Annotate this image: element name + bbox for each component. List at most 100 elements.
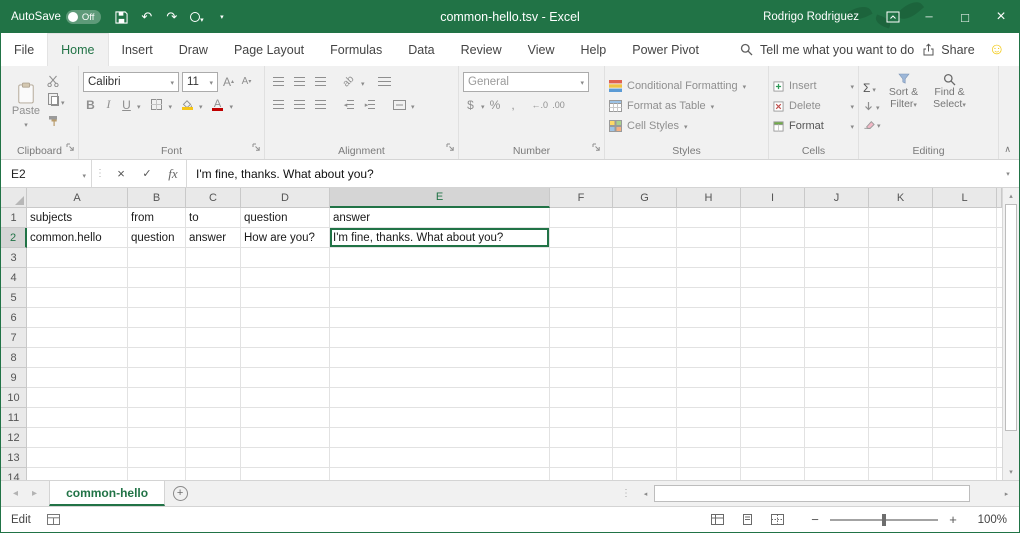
cell-c3[interactable] xyxy=(186,248,241,268)
decrease-decimal-icon[interactable]: .00 xyxy=(551,96,566,114)
col-header-k[interactable]: K xyxy=(869,188,933,208)
cell-i1[interactable] xyxy=(741,208,805,228)
cell-k10[interactable] xyxy=(869,388,933,408)
cell-i7[interactable] xyxy=(741,328,805,348)
cell-e1[interactable]: answer xyxy=(330,208,550,228)
cell-e4[interactable] xyxy=(330,268,550,288)
cell-k11[interactable] xyxy=(869,408,933,428)
touch-mode-icon[interactable] xyxy=(184,1,209,33)
cell-b1[interactable]: from xyxy=(128,208,186,228)
tab-draw[interactable]: Draw xyxy=(166,33,221,66)
cell-l2[interactable] xyxy=(933,228,997,248)
decrease-font-size-icon[interactable]: A xyxy=(239,73,254,91)
cell-b2[interactable]: question xyxy=(128,228,186,248)
format-as-table-button[interactable]: Format as Table xyxy=(609,97,764,115)
cell-j13[interactable] xyxy=(805,448,869,468)
cell-a8[interactable] xyxy=(27,348,128,368)
cell-c11[interactable] xyxy=(186,408,241,428)
clear-button[interactable] xyxy=(863,116,881,132)
cell-e3[interactable] xyxy=(330,248,550,268)
cell-j8[interactable] xyxy=(805,348,869,368)
cell-c12[interactable] xyxy=(186,428,241,448)
cell-l8[interactable] xyxy=(933,348,997,368)
decrease-indent-icon[interactable] xyxy=(340,96,358,114)
new-sheet-button[interactable]: + xyxy=(165,481,195,506)
tab-power-pivot[interactable]: Power Pivot xyxy=(619,33,712,66)
conditional-formatting-button[interactable]: Conditional Formatting xyxy=(609,77,764,95)
cell-b8[interactable] xyxy=(128,348,186,368)
cell-h3[interactable] xyxy=(677,248,741,268)
cell-f9[interactable] xyxy=(550,368,613,388)
tab-file[interactable]: File xyxy=(1,33,47,66)
font-color-icon[interactable]: A xyxy=(209,96,227,114)
orientation-icon[interactable]: ab xyxy=(340,73,358,91)
cell-f8[interactable] xyxy=(550,348,613,368)
row-header-5[interactable]: 5 xyxy=(1,288,27,308)
cell-k5[interactable] xyxy=(869,288,933,308)
vertical-scroll-thumb[interactable] xyxy=(1005,204,1017,431)
cell-l11[interactable] xyxy=(933,408,997,428)
cell-l9[interactable] xyxy=(933,368,997,388)
autosave-toggle[interactable]: AutoSave Off xyxy=(11,10,101,24)
insert-cells-button[interactable]: Insert xyxy=(773,77,854,95)
align-bottom-icon[interactable] xyxy=(311,73,329,91)
tab-home[interactable]: Home xyxy=(47,33,108,66)
sheet-nav-right-icon[interactable] xyxy=(32,488,37,499)
cell-k14[interactable] xyxy=(869,468,933,480)
cell-i3[interactable] xyxy=(741,248,805,268)
currency-dropdown-icon[interactable] xyxy=(481,96,485,114)
vertical-scroll-track[interactable] xyxy=(1003,204,1019,464)
cell-a13[interactable] xyxy=(27,448,128,468)
horizontal-scroll-track[interactable] xyxy=(654,481,998,506)
cell-f10[interactable] xyxy=(550,388,613,408)
underline-dropdown-icon[interactable] xyxy=(137,96,141,114)
cell-h6[interactable] xyxy=(677,308,741,328)
col-header-l[interactable]: L xyxy=(933,188,997,208)
bold-button[interactable]: B xyxy=(83,96,98,114)
cell-l14[interactable] xyxy=(933,468,997,480)
cell-k12[interactable] xyxy=(869,428,933,448)
cell-j6[interactable] xyxy=(805,308,869,328)
cell-e9[interactable] xyxy=(330,368,550,388)
cell-b10[interactable] xyxy=(128,388,186,408)
cell-j10[interactable] xyxy=(805,388,869,408)
cell-g14[interactable] xyxy=(613,468,677,480)
wrap-text-icon[interactable] xyxy=(376,73,394,91)
row-header-13[interactable]: 13 xyxy=(1,448,27,468)
cell-k6[interactable] xyxy=(869,308,933,328)
cell-g5[interactable] xyxy=(613,288,677,308)
col-header-f[interactable]: F xyxy=(550,188,613,208)
formula-bar-handle[interactable] xyxy=(92,160,108,187)
cell-i10[interactable] xyxy=(741,388,805,408)
cell-j11[interactable] xyxy=(805,408,869,428)
page-break-preview-button[interactable] xyxy=(765,510,789,530)
cell-d9[interactable] xyxy=(241,368,330,388)
cell-a6[interactable] xyxy=(27,308,128,328)
row-header-8[interactable]: 8 xyxy=(1,348,27,368)
cell-c9[interactable] xyxy=(186,368,241,388)
cell-h12[interactable] xyxy=(677,428,741,448)
zoom-out-button[interactable]: − xyxy=(809,512,821,527)
underline-button[interactable]: U xyxy=(119,96,134,114)
cell-b14[interactable] xyxy=(128,468,186,480)
tab-data[interactable]: Data xyxy=(395,33,447,66)
increase-indent-icon[interactable] xyxy=(361,96,379,114)
alignment-dialog-launcher-icon[interactable] xyxy=(446,143,455,155)
cell-k13[interactable] xyxy=(869,448,933,468)
cell-g12[interactable] xyxy=(613,428,677,448)
close-button[interactable] xyxy=(983,1,1019,33)
cell-h8[interactable] xyxy=(677,348,741,368)
cell-h10[interactable] xyxy=(677,388,741,408)
clipboard-dialog-launcher-icon[interactable] xyxy=(66,143,75,155)
cell-l7[interactable] xyxy=(933,328,997,348)
select-all-corner[interactable] xyxy=(1,188,27,208)
cell-i13[interactable] xyxy=(741,448,805,468)
cell-f4[interactable] xyxy=(550,268,613,288)
cell-j7[interactable] xyxy=(805,328,869,348)
vertical-scrollbar[interactable] xyxy=(1002,188,1019,480)
cell-e2[interactable]: I'm fine, thanks. What about you? xyxy=(330,228,550,248)
cell-g4[interactable] xyxy=(613,268,677,288)
cut-icon[interactable] xyxy=(47,73,65,89)
sort-filter-button[interactable]: Sort & Filter xyxy=(881,70,927,142)
cell-i8[interactable] xyxy=(741,348,805,368)
